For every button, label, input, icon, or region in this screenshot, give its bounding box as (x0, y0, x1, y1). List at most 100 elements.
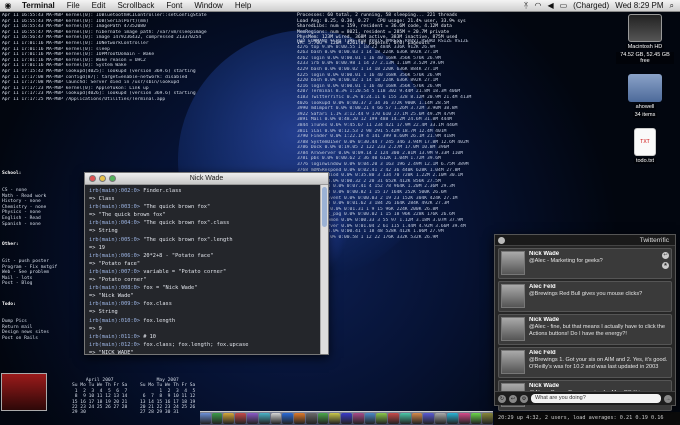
calendar-april: April 2007 Su Mo Tu We Th Fr Sa 1 2 3 4 … (72, 378, 128, 416)
irb-line: => "The quick brown fox" (89, 211, 316, 219)
tweet-item[interactable]: Alec Feld @Brewings 1. Got your sis on AI… (498, 347, 672, 378)
dock-app-icon[interactable] (435, 413, 447, 424)
console-log: Apr 11 16:55:43 MA-MBP kernel[0]: IOBlue… (2, 13, 292, 103)
calendar-may: May 2007 Su Mo Tu We Th Fr Sa 1 2 3 4 5 … (140, 378, 196, 416)
menu-help[interactable]: Help (229, 1, 257, 10)
post-icon[interactable]: → (664, 394, 672, 403)
dock-app-icon[interactable] (470, 413, 482, 424)
desktop-picture-thumbnail (1, 373, 47, 411)
dock-app-icon[interactable] (247, 413, 258, 424)
status-input[interactable]: What are you doing? (531, 394, 661, 403)
scrollbar[interactable] (320, 185, 328, 354)
dock-app-icon[interactable] (411, 413, 423, 424)
desktop-icon-label: Macintosh HD (625, 44, 665, 50)
irb-text: => "NICK WADE" (89, 349, 134, 354)
note-item: Post - Blog (2, 281, 33, 287)
desktop-icon-label: ahowell (633, 104, 657, 110)
menu-edit[interactable]: Edit (86, 1, 112, 10)
irb-text: "The quick brown fox".length (143, 236, 233, 243)
menu-window[interactable]: Window (188, 1, 228, 10)
dock-app-icon[interactable] (199, 413, 211, 424)
menu-file[interactable]: File (61, 1, 86, 10)
gear-icon[interactable]: ⚙ (520, 394, 528, 403)
irb-prompt: irb(main):011:0> (89, 333, 144, 340)
desktop-icon-todo[interactable]: TXT todo.txt (616, 128, 674, 164)
tweet-item[interactable]: Nick Wade @Alec - Marketing for geeks? ↩ ★ (498, 248, 672, 279)
irb-text: => String (89, 228, 118, 235)
desktop-icon-macintosh-hd[interactable]: Macintosh HD 74.52 GB, 52.45 GB free (616, 14, 674, 64)
dock-app-icon[interactable] (270, 413, 282, 424)
dock-app-icon[interactable] (329, 413, 341, 424)
menu-scrollback[interactable]: Scrollback (111, 1, 160, 10)
irb-text: 20*2+8 - "Potato face" (143, 252, 214, 259)
avatar (501, 317, 525, 341)
dock-app-icon[interactable] (211, 413, 223, 424)
window-title: Nick Wade (189, 175, 224, 182)
spotlight-icon[interactable]: ⌕ (670, 1, 674, 11)
dock-app-icon[interactable] (258, 413, 270, 424)
twitterrific-window[interactable]: Twitterrific Nick Wade @Alec - Marketing … (494, 234, 676, 411)
menu-font[interactable]: Font (160, 1, 188, 10)
dock-app-icon[interactable] (294, 413, 305, 424)
battery-status[interactable]: (Charged) (573, 1, 609, 10)
irb-prompt: irb(main):009:0> (89, 301, 144, 308)
dock-app-icon[interactable] (482, 413, 494, 424)
window-titlebar[interactable]: Nick Wade (85, 173, 328, 185)
dock-app-icon[interactable] (376, 413, 388, 424)
menu-extras: ᛡ ◠ ◀ ▭ (Charged) Wed 8:29 PM ⌕ (524, 1, 680, 11)
tweet-author: Nick Wade (529, 251, 560, 257)
dock-app-icon[interactable] (388, 413, 399, 424)
apple-menu-icon[interactable]: ◉ (0, 1, 16, 10)
dock-app-icon[interactable] (305, 413, 317, 424)
menu-app-name[interactable]: Terminal (16, 1, 61, 10)
avatar (501, 284, 525, 308)
dock-app-icon[interactable] (282, 413, 294, 424)
menu-clock[interactable]: Wed 8:29 PM (615, 1, 663, 10)
irb-prompt: irb(main):003:0> (89, 204, 144, 211)
twitterrific-toolbar: ↻ ↩ ⚙ What are you doing? → (495, 391, 675, 405)
dock-app-icon[interactable] (364, 413, 376, 424)
irb-text: => 19 (89, 244, 105, 251)
dock-app-icon[interactable] (399, 413, 411, 424)
tweet-author: Nick Wade (529, 317, 560, 323)
irb-text: => "Potato corner" (89, 277, 147, 284)
dock-app-icon[interactable] (317, 413, 329, 424)
bluetooth-icon[interactable]: ᛡ (524, 1, 529, 10)
dock-app-icon[interactable] (223, 413, 235, 424)
tweet-item[interactable]: Alec Feld @Brewings Red Bull gives you mo… (498, 281, 672, 312)
dock-app-icon[interactable] (235, 413, 246, 424)
dock-app-icon[interactable] (447, 413, 458, 424)
battery-icon[interactable]: ▭ (560, 1, 568, 10)
refresh-icon[interactable]: ↻ (498, 394, 506, 403)
window-titlebar[interactable]: Twitterrific (495, 235, 675, 246)
top-column-header: PID COMMAND %CPU TIME #TH #PRTS #MREGS R… (297, 39, 469, 44)
dock-app-icon[interactable] (341, 413, 352, 424)
notes-heading-school: School: (2, 171, 22, 177)
dock-app-icon[interactable] (458, 413, 470, 424)
tweet-item[interactable]: Nick Wade @Alec - fine, but that means I … (498, 314, 672, 345)
volume-icon[interactable]: ◀ (547, 1, 553, 10)
process-row: 3776 loginwindow 0.0% 0:04.20 3 163 196 … (297, 162, 469, 168)
irb-line: => Class (89, 195, 316, 203)
reply-icon[interactable]: ↩ (509, 394, 517, 403)
scrollbar-thumb[interactable] (322, 187, 327, 227)
irb-line: irb(main):010:0> fox.length (89, 317, 316, 325)
irb-text: => String (89, 309, 118, 316)
tweet-content: Nick Wade @Alec - Marketing for geeks? (525, 251, 669, 276)
irb-terminal-window[interactable]: Nick Wade irb(main):002:0> Finder.class =… (84, 172, 329, 355)
irb-line: irb(main):009:0> fox.class (89, 300, 316, 308)
desktop-icon-home-folder[interactable]: ahowell 34 items (616, 74, 674, 118)
dock-app-icon[interactable] (423, 413, 435, 424)
reply-icon[interactable]: ↩ (662, 252, 669, 259)
irb-prompt: irb(main):002:0> (89, 188, 144, 194)
wifi-icon[interactable]: ◠ (534, 1, 541, 10)
favorite-icon[interactable]: ★ (662, 262, 669, 269)
irb-prompt: irb(main):008:0> (89, 285, 144, 292)
terminal-output[interactable]: irb(main):002:0> Finder.class => Class irb… (85, 185, 320, 354)
menu-bar: ◉ Terminal File Edit Scrollback Font Win… (0, 0, 680, 12)
dock-app-icon[interactable] (352, 413, 364, 424)
tweet-author: Nick Wade (529, 383, 560, 389)
close-button[interactable] (498, 236, 505, 244)
tweet-content: Alec Feld @Brewings 1. Got your sis on AI… (525, 350, 669, 375)
irb-line: => 9 (89, 325, 316, 333)
